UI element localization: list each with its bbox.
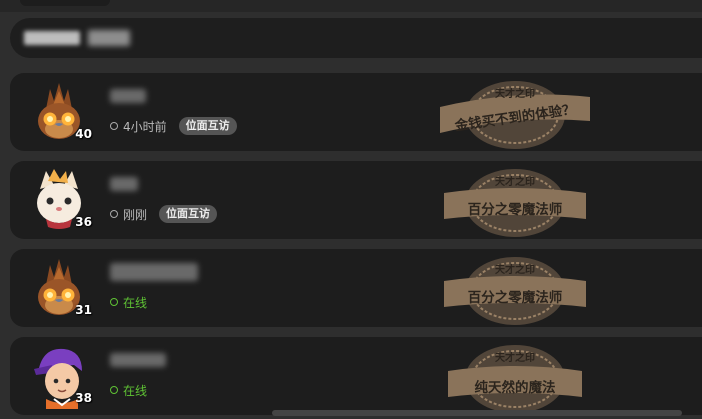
redacted-search-text: [88, 30, 130, 46]
friend-row[interactable]: 31 在线 天才之印 百分之零魔法师: [10, 249, 702, 327]
title-stamp: 天才之印 纯天然的魔法: [430, 339, 600, 413]
horizontal-scrollbar[interactable]: [272, 410, 682, 416]
status-line: 刚刚 位面互访: [110, 205, 218, 223]
status-dot-icon: [110, 210, 118, 218]
last-seen-text: 刚刚: [123, 207, 148, 222]
level-badge: 40: [75, 127, 92, 141]
online-status-text: 在线: [123, 383, 148, 398]
redacted-search-text: [24, 31, 80, 45]
visit-plane-button[interactable]: 位面互访: [159, 205, 218, 223]
status-line: 在线: [110, 293, 147, 311]
level-badge: 31: [75, 303, 92, 317]
bird-avatar-icon[interactable]: 40: [24, 79, 94, 145]
title-stamp: 天才之印 百分之零魔法师: [430, 163, 600, 237]
redacted-name: [110, 89, 146, 103]
stamp-title-text: 百分之零魔法师: [467, 290, 563, 306]
purple-hair-avatar-icon[interactable]: 38: [24, 343, 94, 409]
online-status-text: 在线: [123, 295, 148, 310]
online-dot-icon: [110, 298, 118, 306]
title-stamp: 天才之印 金钱买不到的体验？: [430, 75, 600, 149]
search-bar[interactable]: [10, 18, 702, 58]
visit-plane-button[interactable]: 位面互访: [178, 117, 237, 135]
status-dot-icon: [110, 122, 118, 130]
last-seen-text: 4小时前: [123, 119, 167, 134]
stamp-top-text: 天才之印: [495, 353, 535, 364]
level-badge: 36: [75, 215, 92, 229]
bird-avatar-icon[interactable]: 31: [24, 255, 94, 321]
redacted-name: [110, 353, 166, 367]
cat-avatar-icon[interactable]: 36: [24, 167, 94, 233]
stamp-title-text: 纯天然的魔法: [474, 380, 556, 396]
stamp-top-text: 天才之印: [495, 265, 535, 276]
top-strip: [0, 0, 702, 12]
top-tab[interactable]: [20, 0, 110, 6]
online-dot-icon: [110, 386, 118, 394]
stamp-title-text: 百分之零魔法师: [467, 202, 563, 218]
level-badge: 38: [75, 391, 92, 405]
redacted-name: [110, 263, 198, 281]
stamp-top-text: 天才之印: [495, 177, 535, 188]
status-line: 在线: [110, 381, 147, 399]
friend-row[interactable]: 36 刚刚 位面互访 天才之印 百分之零魔法师: [10, 161, 702, 239]
friend-row[interactable]: 40 4小时前 位面互访 天才之印 金钱买不到的体验？: [10, 73, 702, 151]
status-line: 4小时前 位面互访: [110, 117, 237, 135]
friend-row[interactable]: 38 在线 天才之印 纯天然的魔法: [10, 337, 702, 415]
redacted-name: [110, 177, 138, 191]
title-stamp: 天才之印 百分之零魔法师: [430, 251, 600, 325]
